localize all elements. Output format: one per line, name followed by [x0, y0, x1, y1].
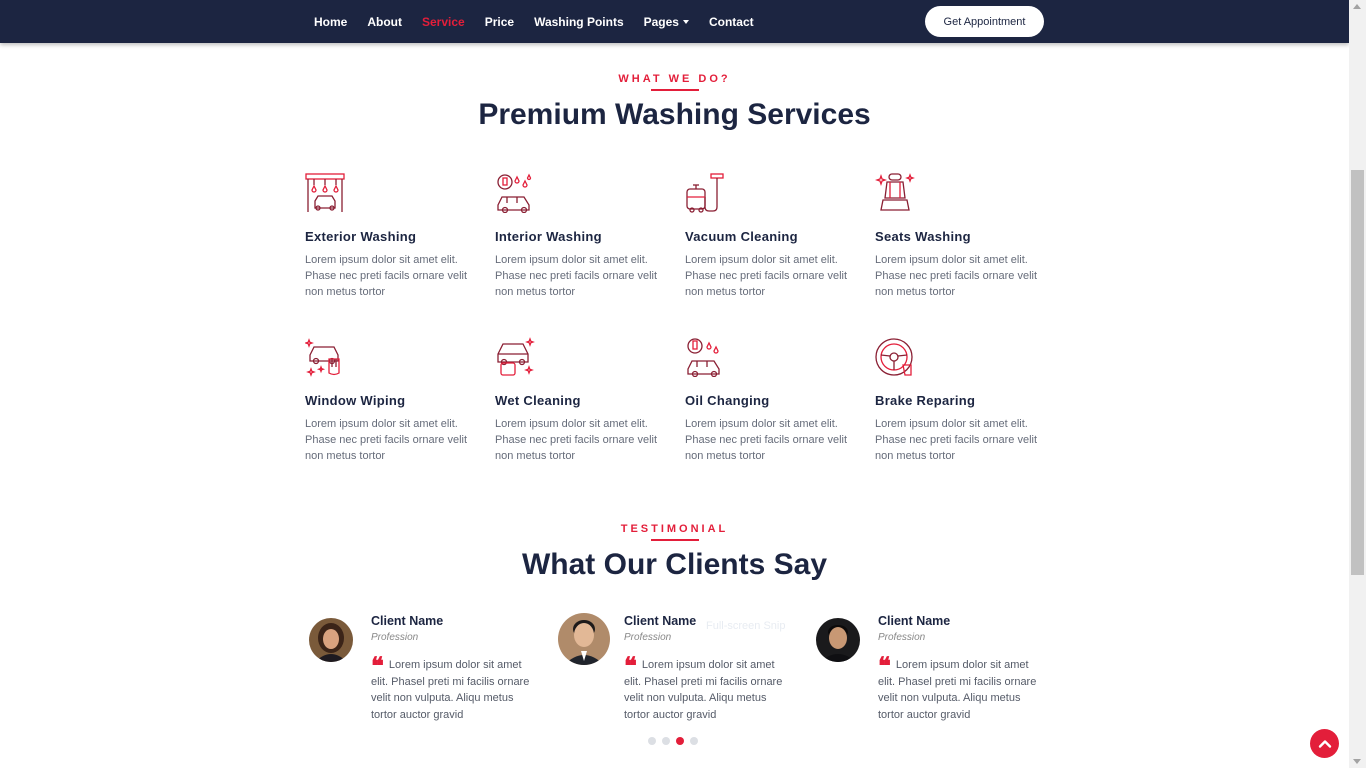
- service-card: Interior Washing Lorem ipsum dolor sit a…: [495, 173, 665, 300]
- page-scrollbar[interactable]: [1349, 0, 1366, 768]
- back-to-top-button[interactable]: [1310, 729, 1339, 758]
- client-photo-icon: [816, 618, 860, 662]
- service-title: Interior Washing: [495, 229, 602, 244]
- client-photo-icon: [309, 618, 353, 662]
- testimonial-quote: ❝ Lorem ipsum dolor sit amet elit. Phasel…: [878, 654, 1038, 723]
- scroll-down-arrow-icon[interactable]: [1353, 759, 1361, 764]
- service-title: Exterior Washing: [305, 229, 417, 244]
- steering-wheel-icon: [875, 338, 913, 376]
- nav-about[interactable]: About: [367, 15, 402, 29]
- carousel-dot[interactable]: [662, 737, 670, 745]
- service-card: Seats Washing Lorem ipsum dolor sit amet…: [875, 173, 1045, 300]
- chevron-up-icon: [1318, 739, 1331, 748]
- service-title: Window Wiping: [305, 393, 406, 408]
- carousel-dot[interactable]: [690, 737, 698, 745]
- client-profession: Profession: [878, 632, 926, 643]
- testimonial-subtitle: TESTIMONIAL: [620, 523, 729, 535]
- carousel-dots: [648, 737, 698, 745]
- client-profession: Profession: [371, 632, 419, 643]
- client-name: Client Name: [624, 614, 697, 628]
- service-title: Oil Changing: [685, 393, 770, 408]
- service-description: Lorem ipsum dolor sit amet elit. Phase n…: [305, 254, 468, 298]
- service-description: Lorem ipsum dolor sit amet elit. Phase n…: [875, 418, 1038, 462]
- testimonial-card: Client Name Profession ❝ Lorem ipsum dolo…: [812, 613, 1052, 733]
- service-title: Wet Cleaning: [495, 393, 581, 408]
- scroll-up-arrow-icon[interactable]: [1353, 4, 1361, 9]
- avatar: [558, 613, 610, 665]
- service-card: Exterior Washing Lorem ipsum dolor sit a…: [305, 173, 475, 300]
- scrollbar-thumb[interactable]: [1351, 170, 1364, 575]
- service-description: Lorem ipsum dolor sit amet elit. Phase n…: [495, 418, 658, 462]
- service-card: Wet Cleaning Lorem ipsum dolor sit amet …: [495, 337, 665, 464]
- service-title: Seats Washing: [875, 229, 971, 244]
- car-wash-tunnel-icon: [305, 173, 345, 212]
- services-subtitle-underline: [651, 89, 699, 91]
- nav-links: Home About Service Price Washing Points …: [314, 0, 774, 43]
- carousel-dot-active[interactable]: [676, 737, 684, 745]
- wet-cleaning-icon: [497, 337, 535, 376]
- service-description: Lorem ipsum dolor sit amet elit. Phase n…: [495, 254, 658, 298]
- nav-price[interactable]: Price: [485, 15, 514, 29]
- service-title: Brake Reparing: [875, 393, 976, 408]
- testimonial-text: Lorem ipsum dolor sit amet elit. Phasel …: [624, 659, 783, 721]
- service-card: Brake Reparing Lorem ipsum dolor sit ame…: [875, 337, 1045, 464]
- get-appointment-button[interactable]: Get Appointment: [925, 6, 1044, 37]
- testimonial-quote: ❝ Lorem ipsum dolor sit amet elit. Phasel…: [624, 654, 784, 723]
- nav-washing-points[interactable]: Washing Points: [534, 15, 624, 29]
- nav-contact[interactable]: Contact: [709, 15, 754, 29]
- vacuum-cleaner-icon: [686, 173, 724, 213]
- service-description: Lorem ipsum dolor sit amet elit. Phase n…: [685, 254, 848, 298]
- service-title: Vacuum Cleaning: [685, 229, 798, 244]
- testimonial-card: Client Name Profession ❝ Lorem ipsum dolo…: [558, 613, 798, 733]
- nav-pages-label: Pages: [643, 14, 679, 29]
- nav-service[interactable]: Service: [422, 15, 465, 29]
- avatar: [816, 618, 860, 662]
- testimonial-title: What Our Clients Say: [521, 548, 828, 581]
- testimonial-text: Lorem ipsum dolor sit amet elit. Phasel …: [371, 659, 530, 721]
- nav-pages-dropdown[interactable]: Pages: [644, 15, 689, 29]
- testimonial-card: Client Name Profession ❝ Lorem ipsum dolo…: [305, 613, 545, 733]
- client-photo-icon: [558, 613, 610, 665]
- caret-down-icon: [682, 20, 689, 25]
- service-card: Window Wiping Lorem ipsum dolor sit amet…: [305, 337, 475, 464]
- testimonial-subtitle-underline: [651, 539, 699, 541]
- testimonial-quote: ❝ Lorem ipsum dolor sit amet elit. Phasel…: [371, 654, 531, 723]
- nav-home[interactable]: Home: [314, 15, 347, 29]
- client-name: Client Name: [371, 614, 444, 628]
- client-name: Client Name: [878, 614, 951, 628]
- avatar: [309, 618, 353, 662]
- service-description: Lorem ipsum dolor sit amet elit. Phase n…: [875, 254, 1038, 298]
- service-card: Vacuum Cleaning Lorem ipsum dolor sit am…: [685, 173, 855, 300]
- client-profession: Profession: [624, 632, 672, 643]
- oil-change-icon: [687, 338, 720, 377]
- carousel-dot[interactable]: [648, 737, 656, 745]
- window-wiping-icon: [305, 338, 340, 377]
- services-subtitle: WHAT WE DO?: [618, 73, 731, 85]
- car-seat-icon: [875, 173, 915, 211]
- service-description: Lorem ipsum dolor sit amet elit. Phase n…: [305, 418, 468, 462]
- navbar: Home About Service Price Washing Points …: [0, 0, 1349, 43]
- car-interior-wash-icon: [497, 173, 532, 213]
- service-card: Oil Changing Lorem ipsum dolor sit amet …: [685, 337, 855, 464]
- services-title: Premium Washing Services: [478, 98, 871, 131]
- service-description: Lorem ipsum dolor sit amet elit. Phase n…: [685, 418, 848, 462]
- testimonial-text: Lorem ipsum dolor sit amet elit. Phasel …: [878, 659, 1037, 721]
